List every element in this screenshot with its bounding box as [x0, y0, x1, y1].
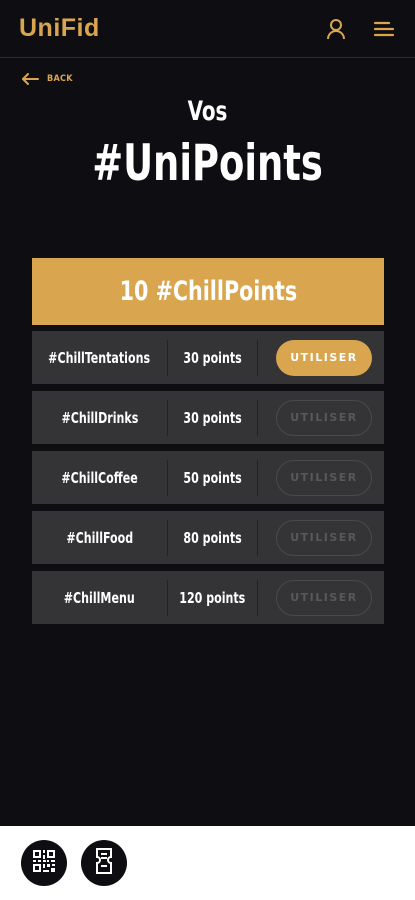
user-icon[interactable] [325, 18, 347, 40]
bottom-bar [0, 826, 415, 900]
points-balance-text: 10 #ChillPoints [119, 276, 297, 307]
use-reward-button-disabled[interactable]: UTILISER [276, 459, 372, 496]
rewards-list: #ChillTentations 30 points UTILISER #Chi… [32, 331, 384, 631]
reward-row: #ChillFood 80 points UTILISER [32, 511, 384, 564]
reward-points: 50 points [183, 468, 242, 487]
qr-code-button[interactable] [21, 840, 67, 886]
use-reward-button-disabled[interactable]: UTILISER [276, 399, 372, 436]
reward-points: 30 points [183, 408, 242, 427]
reward-row: #ChillDrinks 30 points UTILISER [32, 391, 384, 444]
use-reward-button-disabled[interactable]: UTILISER [276, 519, 372, 556]
back-link[interactable]: BACK [21, 70, 73, 88]
reward-points: 80 points [183, 528, 242, 547]
page-title-line1: Vos [187, 96, 228, 127]
reward-row: #ChillCoffee 50 points UTILISER [32, 451, 384, 504]
page-title-line2: #UniPoints [92, 134, 323, 192]
use-reward-button-disabled[interactable]: UTILISER [276, 579, 372, 616]
reward-name: #ChillFood [66, 528, 133, 547]
reward-name: #ChillCoffee [61, 468, 138, 487]
header-actions [325, 18, 395, 40]
reward-points: 30 points [183, 348, 242, 367]
arrow-left-icon [21, 70, 39, 89]
reward-name: #ChillMenu [64, 588, 135, 607]
app-logo[interactable]: UniFid [19, 14, 100, 43]
reward-row: #ChillTentations 30 points UTILISER [32, 331, 384, 384]
reward-points: 120 points [179, 588, 246, 607]
qr-code-icon [32, 849, 56, 877]
app-header: UniFid [0, 0, 415, 58]
reward-name: #ChillDrinks [61, 408, 138, 427]
menu-icon[interactable] [373, 18, 395, 40]
back-label: BACK [47, 74, 73, 84]
use-reward-button[interactable]: UTILISER [276, 339, 372, 376]
ticket-icon [94, 847, 114, 879]
reward-name: #ChillTentations [48, 348, 151, 367]
ticket-button[interactable] [81, 840, 127, 886]
points-balance-banner: 10 #ChillPoints [32, 258, 384, 325]
reward-row: #ChillMenu 120 points UTILISER [32, 571, 384, 624]
